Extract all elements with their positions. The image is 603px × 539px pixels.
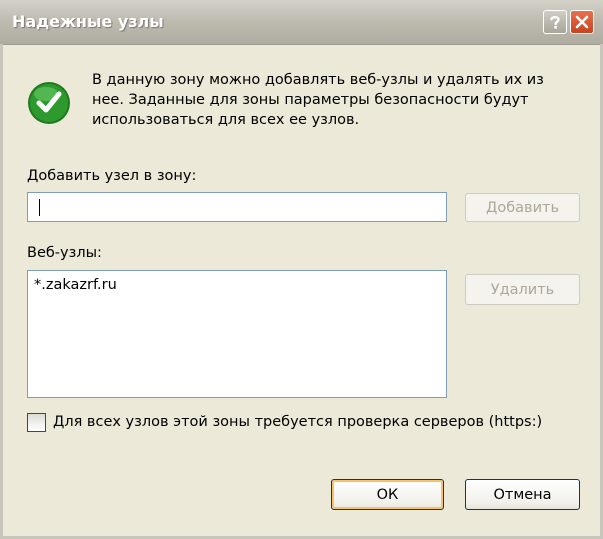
- add-site-label: Добавить узел в зону:: [27, 168, 197, 184]
- sites-label: Веб-узлы:: [27, 245, 102, 261]
- close-icon: [575, 15, 589, 29]
- title-bar[interactable]: Надежные узлы: [0, 0, 603, 45]
- require-https-checkbox[interactable]: [27, 413, 46, 432]
- check-icon: [28, 82, 70, 124]
- sites-list[interactable]: *.zakazrf.ru: [27, 270, 447, 398]
- list-item[interactable]: *.zakazrf.ru: [34, 277, 117, 293]
- window-title: Надежные узлы: [12, 12, 164, 31]
- add-button[interactable]: Добавить: [465, 193, 580, 222]
- info-text: В данную зону можно добавлять веб-узлы и…: [92, 72, 544, 128]
- text-caret: [39, 199, 40, 216]
- add-site-input[interactable]: [27, 192, 447, 222]
- require-https-label[interactable]: Для всех узлов этой зоны требуется прове…: [53, 414, 542, 430]
- help-button[interactable]: [543, 10, 567, 34]
- ok-button[interactable]: ОК: [331, 479, 444, 510]
- close-button[interactable]: [570, 10, 594, 34]
- question-icon: [550, 16, 560, 29]
- remove-button[interactable]: Удалить: [465, 274, 580, 305]
- cancel-button[interactable]: Отмена: [465, 479, 580, 510]
